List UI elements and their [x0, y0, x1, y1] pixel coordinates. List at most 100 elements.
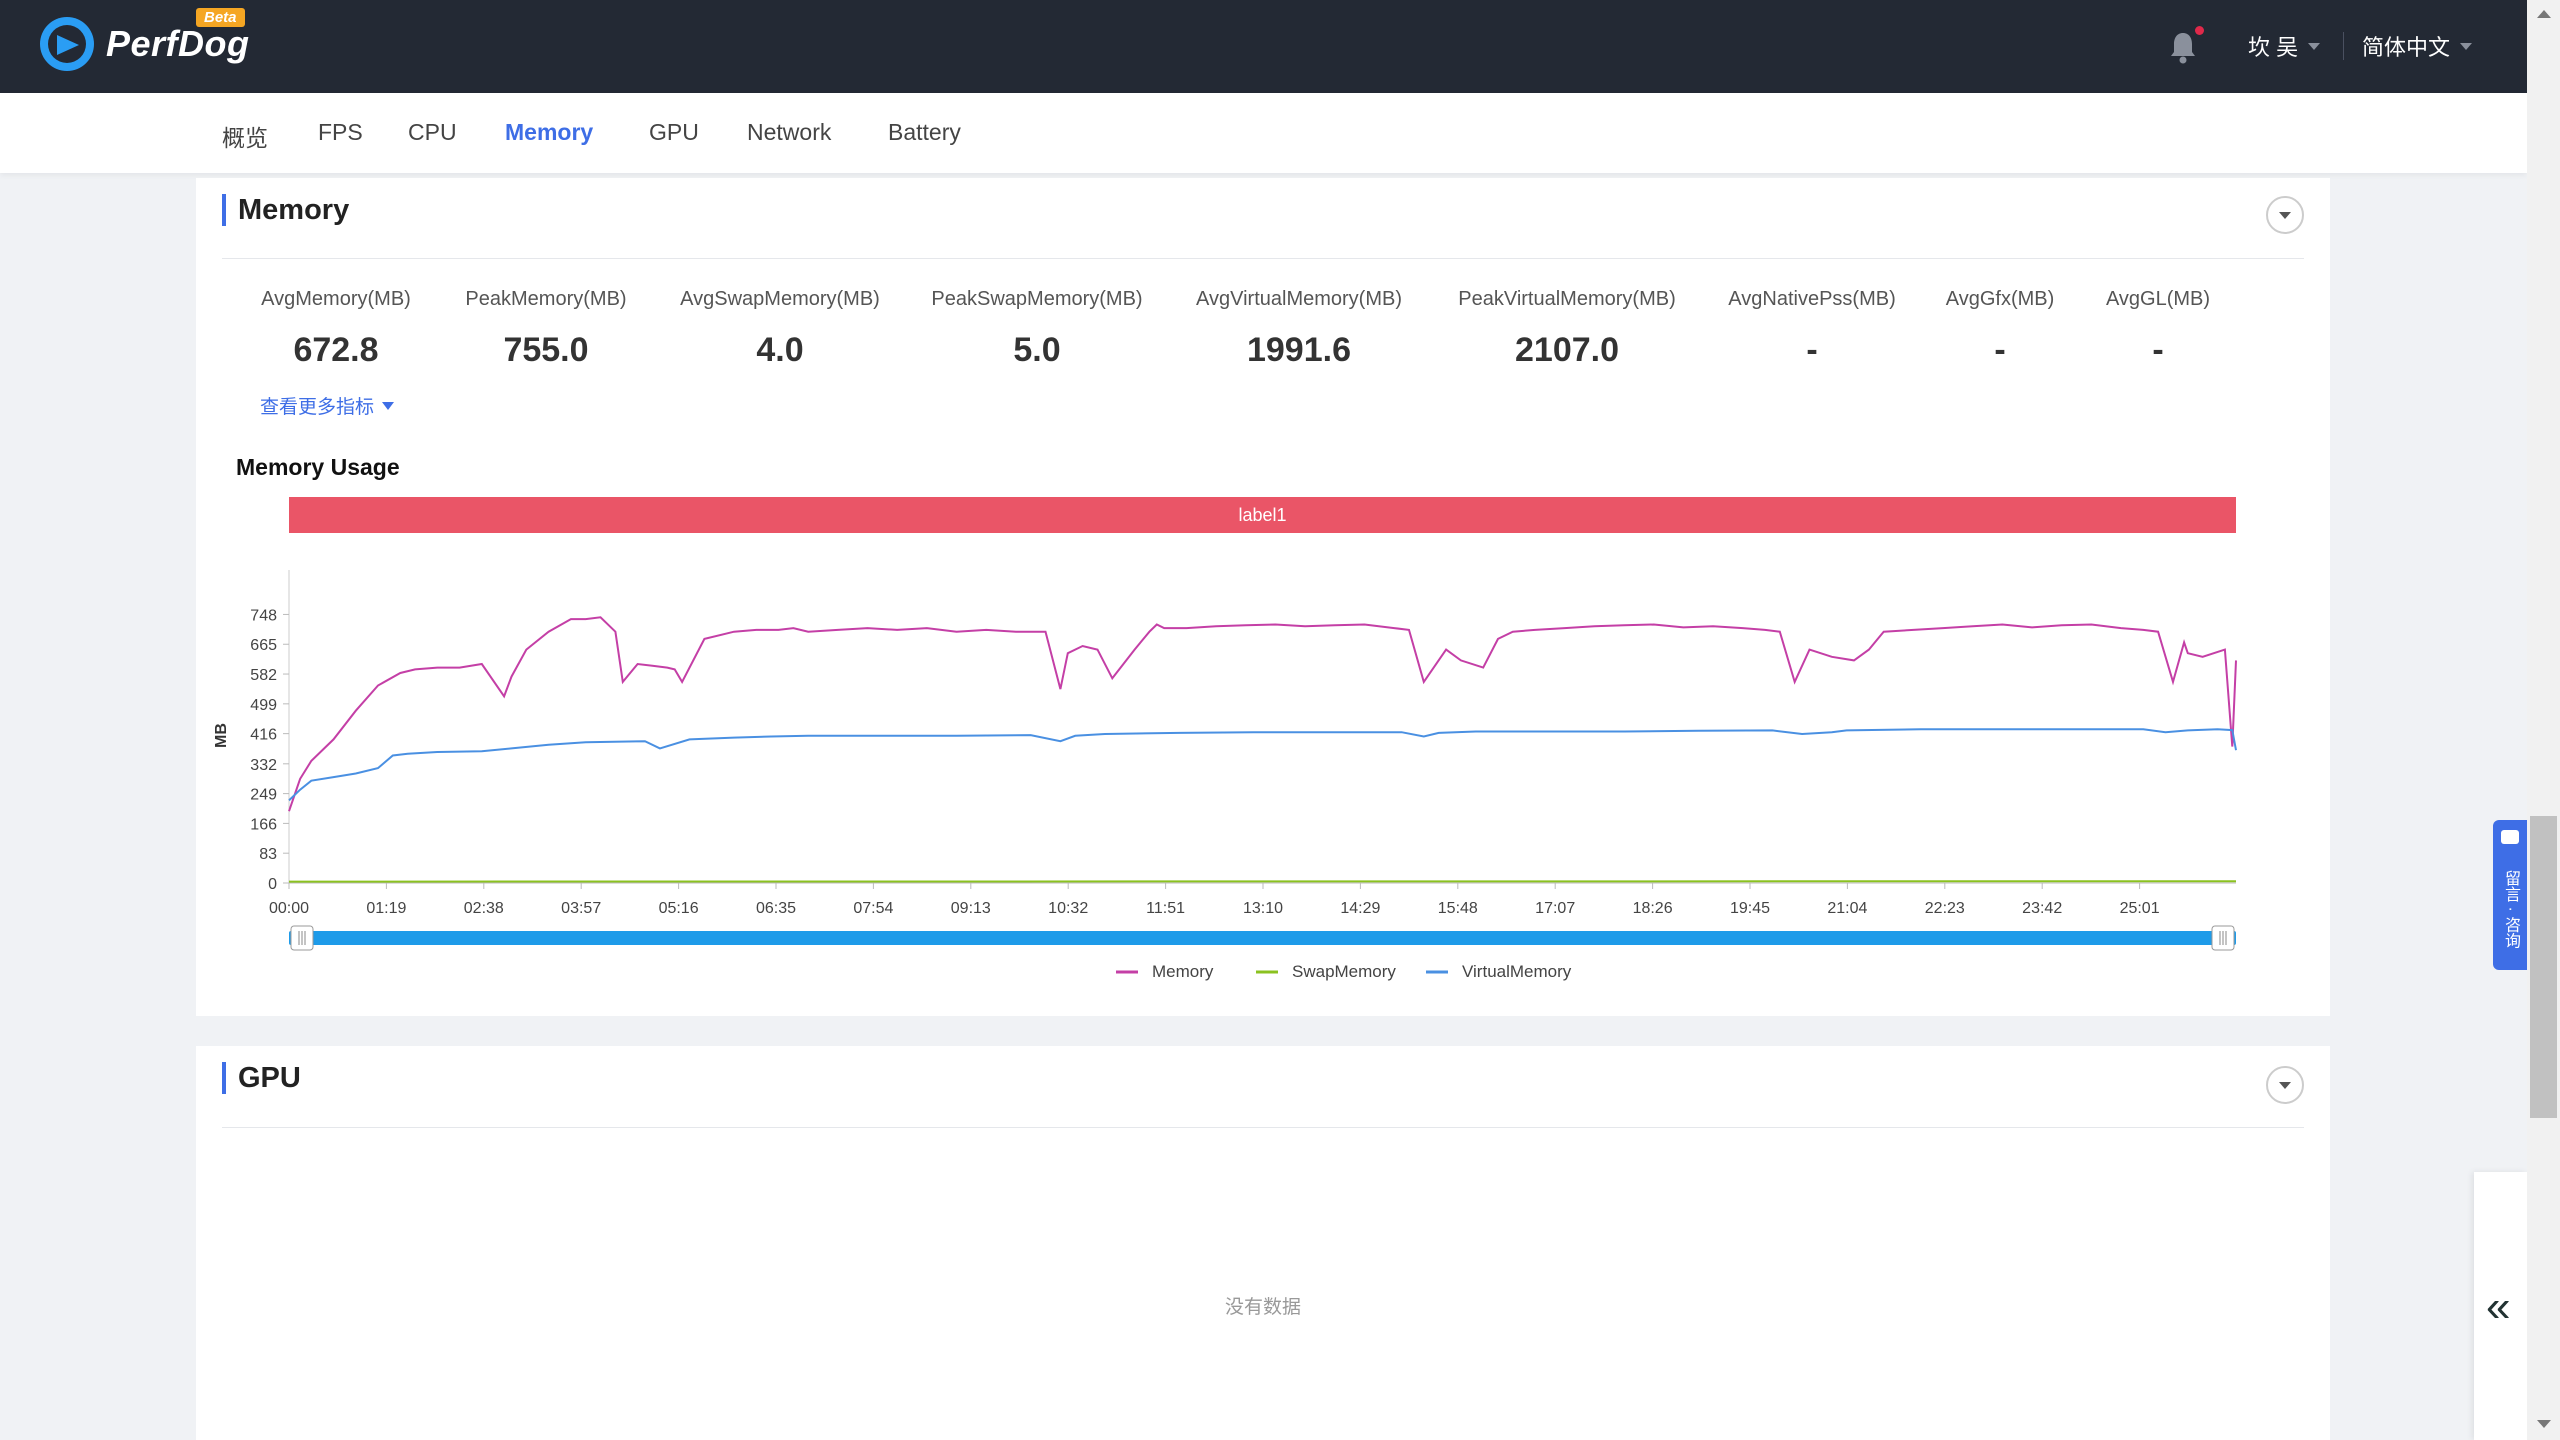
user-name: 坎 吴	[2248, 35, 2299, 60]
double-chevron-left-icon[interactable]: «	[2486, 1282, 2510, 1332]
gpu-panel-title: GPU	[238, 1061, 301, 1094]
x-tick-label: 22:23	[1925, 900, 1965, 917]
scroll-down-arrow-icon[interactable]	[2537, 1420, 2551, 1428]
feedback-label: 留言 · 咨询	[2502, 869, 2519, 949]
perfdog-logo-icon	[40, 17, 94, 71]
panel-divider	[222, 258, 2304, 259]
notification-dot	[2195, 26, 2204, 35]
y-tick-label: 748	[250, 607, 277, 624]
tab-gpu[interactable]: GPU	[649, 119, 699, 146]
more-metrics-link[interactable]: 查看更多指标	[260, 392, 395, 419]
zoom-slider-track	[289, 931, 2236, 945]
language-label: 简体中文	[2362, 35, 2451, 60]
y-tick-label: 665	[250, 637, 277, 654]
x-tick-label: 25:01	[2120, 900, 2160, 917]
metric-avg-swap-memory: AvgSwapMemory(MB) 4.0	[680, 288, 880, 370]
x-tick-label: 17:07	[1535, 900, 1575, 917]
language-selector[interactable]: 简体中文	[2362, 30, 2473, 62]
chat-icon	[2501, 830, 2519, 844]
title-accent-bar	[222, 194, 226, 226]
vertical-scrollbar[interactable]	[2527, 0, 2560, 1440]
memory-usage-chart[interactable]: label1 0 83 166 249 332 416 499 582 665 748 MB 00:00…	[196, 478, 2330, 1018]
memory-panel-title: Memory	[238, 193, 350, 226]
metric-avg-memory: AvgMemory(MB) 672.8	[261, 288, 411, 370]
y-tick-label: 0	[268, 876, 277, 893]
x-tick-label: 15:48	[1438, 900, 1478, 917]
chevron-down-icon	[2279, 211, 2291, 219]
y-tick-label: 416	[250, 727, 277, 744]
notification-bell-icon[interactable]	[2168, 30, 2198, 64]
x-tick-label: 01:19	[366, 900, 406, 917]
x-tick-label: 03:57	[561, 900, 601, 917]
metric-label: AvgGfx(MB)	[1945, 288, 2055, 310]
legend-item-virtualmemory[interactable]: VirtualMemory	[1462, 962, 1572, 981]
beta-badge: Beta	[196, 8, 245, 27]
y-axis-label: MB	[213, 723, 230, 748]
x-tick-label: 21:04	[1827, 900, 1867, 917]
tab-battery[interactable]: Battery	[888, 119, 961, 146]
metric-peak-memory: PeakMemory(MB) 755.0	[465, 288, 626, 370]
chart-title: Memory Usage	[236, 454, 400, 480]
metric-label: AvgVirtualMemory(MB)	[1196, 288, 1402, 310]
empty-state-text: 没有数据	[1224, 1297, 1301, 1318]
x-tick-label: 10:32	[1048, 900, 1088, 917]
metric-value: 4.0	[756, 331, 804, 369]
chevron-down-icon	[2308, 42, 2321, 50]
tab-memory[interactable]: Memory	[505, 119, 593, 146]
scrollbar-thumb[interactable]	[2530, 816, 2557, 1118]
user-menu[interactable]: 坎 吴	[2248, 30, 2321, 62]
metric-label: PeakMemory(MB)	[465, 288, 627, 310]
tab-fps[interactable]: FPS	[318, 119, 363, 146]
title-accent-bar	[222, 1062, 226, 1094]
y-tick-label: 582	[250, 667, 277, 684]
legend-item-memory[interactable]: Memory	[1152, 962, 1214, 981]
header-divider	[2343, 32, 2344, 60]
legend-item-swapmemory[interactable]: SwapMemory	[1292, 962, 1396, 981]
y-tick-label: 332	[250, 757, 277, 774]
scroll-up-arrow-icon[interactable]	[2537, 10, 2551, 18]
collapse-gpu-button[interactable]	[2266, 1066, 2304, 1104]
tab-cpu[interactable]: CPU	[408, 119, 457, 146]
tab-overview[interactable]: 概览	[222, 119, 268, 153]
metric-value: -	[1806, 331, 1818, 369]
x-tick-label: 02:38	[464, 900, 504, 917]
x-tick-label: 14:29	[1340, 900, 1380, 917]
panel-divider	[222, 1127, 2304, 1128]
gpu-panel: GPU 没有数据	[196, 1046, 2330, 1440]
x-tick-label: 07:54	[853, 900, 893, 917]
section-tabs: 概览 FPS CPU Memory GPU Network Battery	[0, 93, 2527, 173]
metric-peak-swap-memory: PeakSwapMemory(MB) 5.0	[931, 288, 1142, 370]
x-tick-label: 09:13	[951, 900, 991, 917]
x-tick-label: 18:26	[1633, 900, 1673, 917]
chevron-down-icon	[2460, 42, 2473, 50]
metric-value: -	[2152, 331, 2164, 369]
metric-label: AvgMemory(MB)	[261, 288, 411, 310]
metric-avg-gl: AvgGL(MB) -	[2106, 288, 2210, 370]
x-tick-label: 00:00	[269, 900, 309, 917]
y-tick-label: 83	[259, 846, 277, 863]
memory-panel: Memory AvgMemory(MB) 672.8 PeakMemory(MB…	[196, 178, 2330, 1016]
chevron-down-icon	[2279, 1081, 2291, 1089]
metric-value: 2107.0	[1515, 331, 1619, 369]
metric-label: AvgSwapMemory(MB)	[680, 288, 880, 310]
collapse-memory-button[interactable]	[2266, 196, 2304, 234]
tab-network[interactable]: Network	[747, 119, 831, 146]
y-tick-label: 249	[250, 787, 277, 804]
x-tick-label: 19:45	[1730, 900, 1770, 917]
x-tick-label: 06:35	[756, 900, 796, 917]
metric-peak-virtual-memory: PeakVirtualMemory(MB) 2107.0	[1458, 288, 1675, 370]
y-tick-label: 499	[250, 697, 277, 714]
x-tick-label: 11:51	[1146, 900, 1185, 917]
feedback-tab[interactable]: 留言 · 咨询	[2493, 820, 2527, 970]
label-band-text: label1	[1238, 505, 1286, 525]
brand-name: PerfDog	[106, 23, 250, 64]
metric-avg-native-pss: AvgNativePss(MB) -	[1728, 288, 1895, 370]
metric-label: PeakVirtualMemory(MB)	[1458, 288, 1676, 310]
x-tick-label: 05:16	[659, 900, 699, 917]
metric-label: PeakSwapMemory(MB)	[931, 288, 1143, 310]
memory-panel-header: Memory	[222, 194, 349, 226]
metric-avg-virtual-memory: AvgVirtualMemory(MB) 1991.6	[1196, 288, 1402, 370]
metric-value: 5.0	[1013, 331, 1061, 369]
metric-value: 1991.6	[1246, 331, 1351, 369]
metric-label: AvgGL(MB)	[2105, 288, 2211, 310]
